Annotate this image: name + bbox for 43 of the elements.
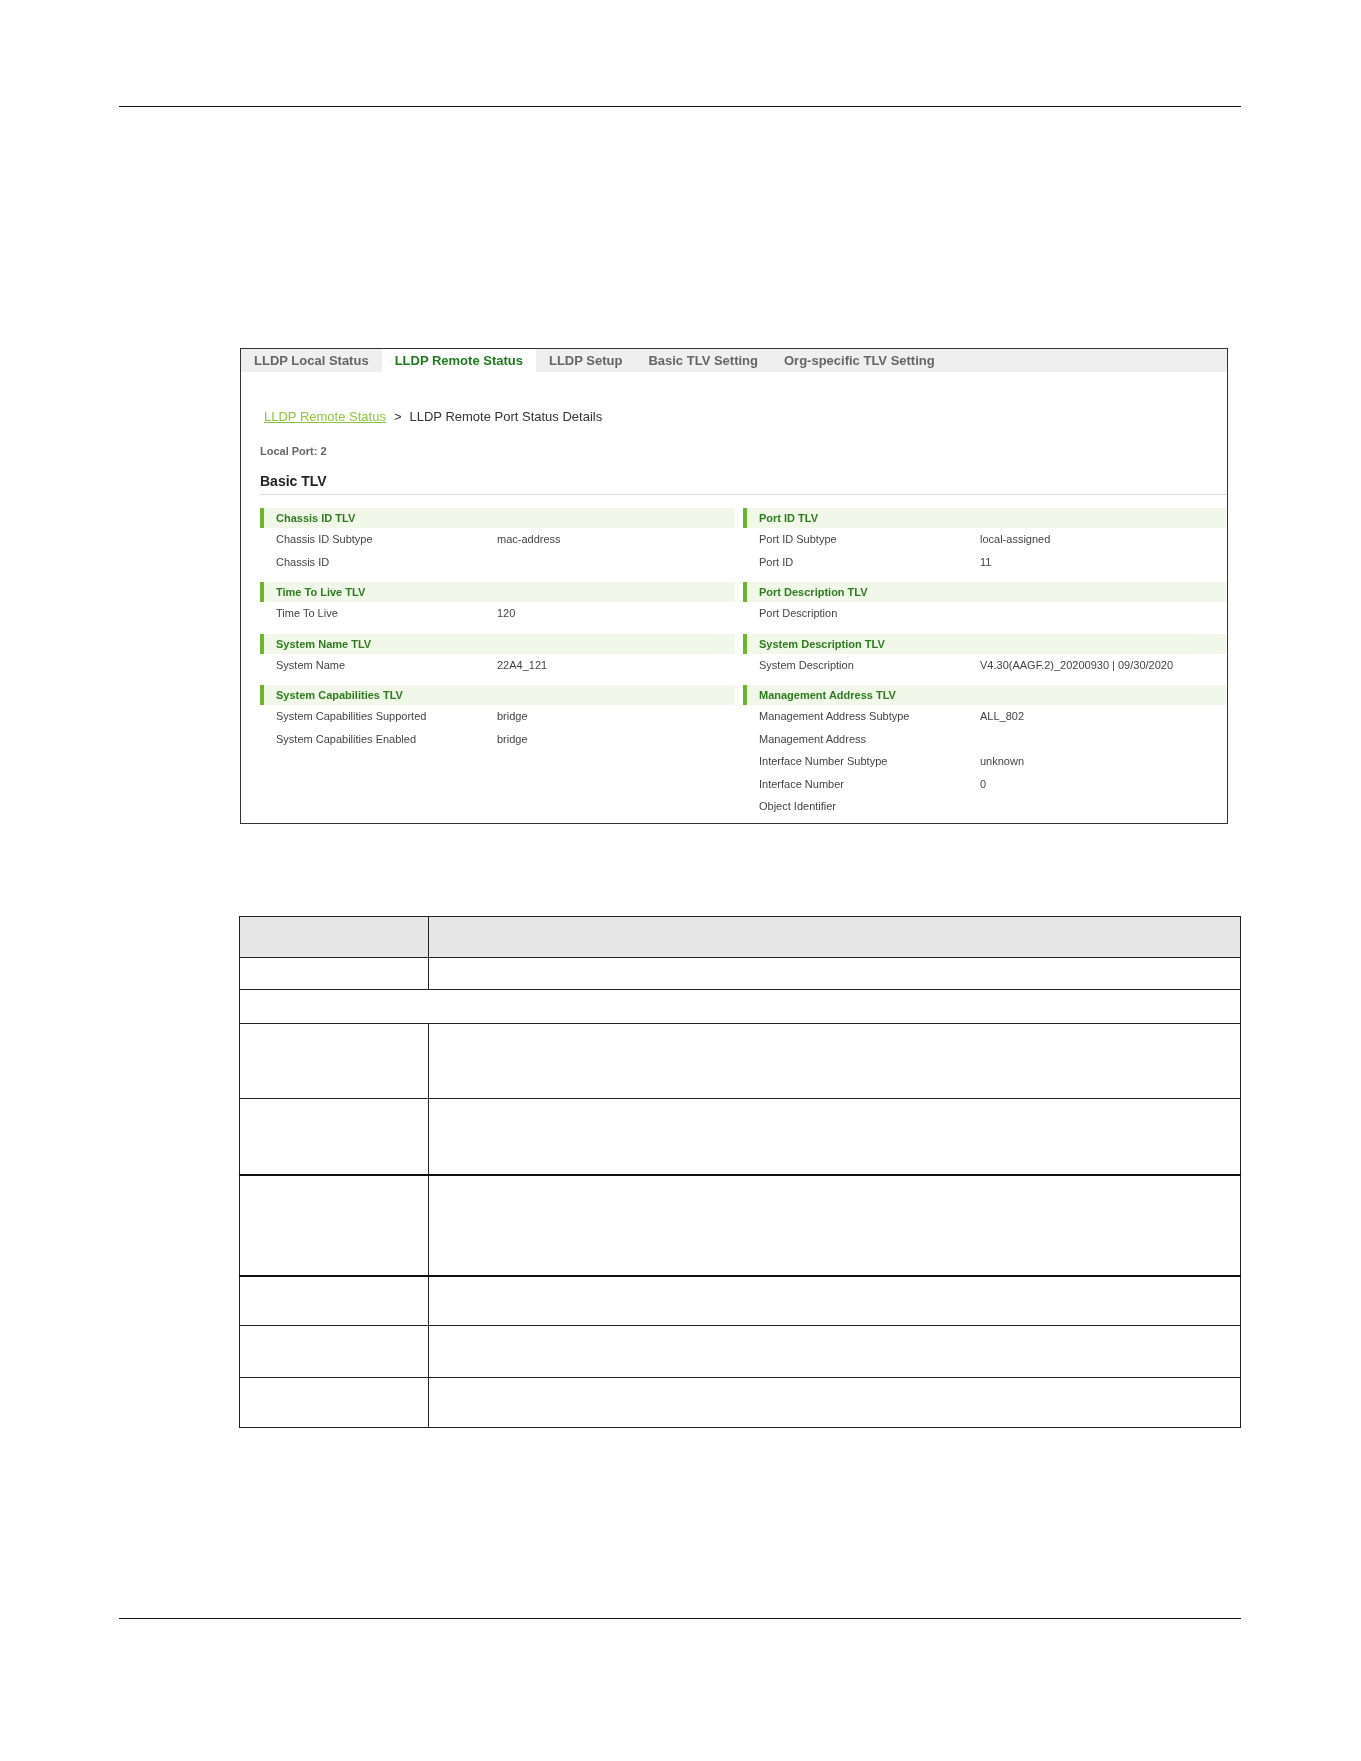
tab[interactable]: LLDP Remote Status [381,349,536,372]
group-header: Port ID TLV [743,508,1226,528]
field-value: 22A4_121 [497,657,548,673]
breadcrumb-current: LLDP Remote Port Status Details [409,409,603,425]
field-label: System Capabilities Enabled [276,731,417,747]
field-label: System Name [276,657,346,673]
field-value: mac-address [497,532,561,547]
field-label: Management Address Subtype [759,709,910,724]
group-header: Port Description TLV [743,582,1226,602]
field-value: ALL_802 [980,709,1025,724]
local-port-label: Local Port: 2 [260,444,327,458]
field-label: Management Address [759,731,866,747]
field-label: Object Identifier [759,799,837,814]
field-label: System Description [759,657,854,673]
field-label: Chassis ID [276,554,330,570]
group-header: System Description TLV [743,633,1226,654]
group-header: System Capabilities TLV [260,685,735,705]
group-header: System Name TLV [260,633,735,654]
field-label: Interface Number Subtype [759,754,888,769]
field-value: 11 [980,554,992,570]
field-value: bridge [497,731,528,747]
field-label: Chassis ID Subtype [276,532,373,547]
field-label: Port ID Subtype [759,532,837,547]
group-header: Chassis ID TLV [260,508,735,528]
tab[interactable]: Basic TLV Setting [635,349,771,372]
group-header: Management Address TLV [743,685,1226,705]
field-label: Time To Live [276,606,338,621]
field-value: bridge [497,709,528,724]
tab[interactable]: LLDP Setup [535,349,636,372]
field-value: 0 [980,776,987,792]
breadcrumb-separator: > [393,409,402,425]
section-title: Basic TLV [260,472,1227,495]
field-value: local-assigned [980,532,1051,547]
field-value: unknown [980,754,1025,769]
field-value: 120 [497,606,516,621]
field-label: Port Description [759,606,838,621]
field-label: Port ID [759,554,794,570]
tab[interactable]: LLDP Local Status [241,349,382,372]
group-header: Time To Live TLV [260,582,735,602]
field-label: System Capabilities Supported [276,709,427,724]
field-value: V4.30(AAGF.2)_20200930 | 09/30/2020 [980,657,1174,673]
field-label: Interface Number [759,776,844,792]
tab[interactable]: Org-specific TLV Setting [770,349,948,372]
